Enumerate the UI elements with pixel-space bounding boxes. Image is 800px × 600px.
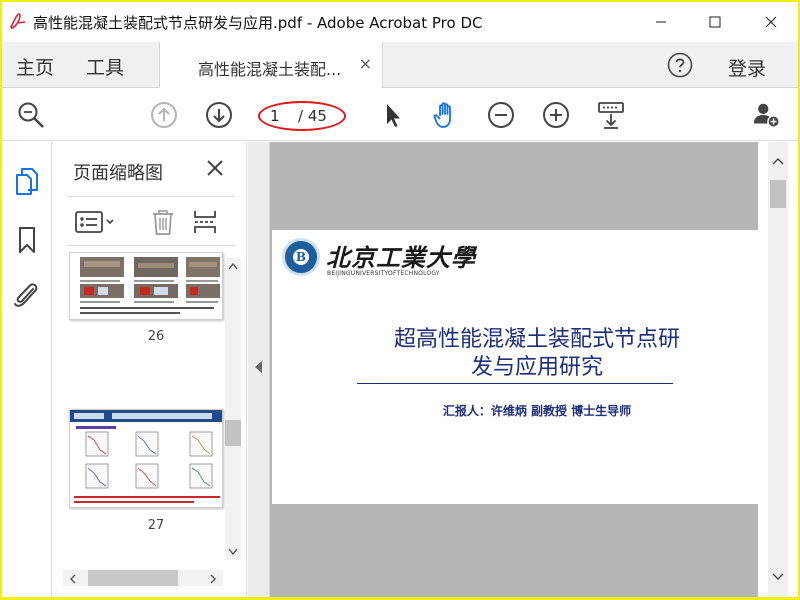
insert-page-icon[interactable] xyxy=(191,207,219,237)
display-options-icon[interactable] xyxy=(596,100,626,130)
zoom-search-icon[interactable] xyxy=(16,100,46,130)
scrollbar-thumb[interactable] xyxy=(225,420,241,446)
scroll-down-icon[interactable] xyxy=(228,548,238,556)
close-icon[interactable] xyxy=(748,2,794,42)
document-title: 超高性能混凝土装配式节点研 发与应用研究 xyxy=(342,326,732,382)
pointer-icon[interactable] xyxy=(377,100,407,130)
document-scrollbar[interactable] xyxy=(758,142,798,597)
thumbnail-scrollbar[interactable] xyxy=(225,258,241,560)
university-name-en: BEIJINGUNIVERSITYOFTECHNOLOGY xyxy=(327,270,440,277)
add-user-icon[interactable] xyxy=(752,100,782,130)
panel-close-icon[interactable] xyxy=(203,156,227,180)
thumbnail-page-number: 26 xyxy=(147,329,165,344)
reporter-line: 汇报人：许维炳 副教授 博士生导师 xyxy=(442,404,632,418)
university-logo: B xyxy=(282,238,320,276)
scroll-down-icon[interactable] xyxy=(771,572,785,582)
tab-row: 主页 工具 高性能混凝土装配... × 登录 xyxy=(2,42,798,88)
panel-collapse-handle[interactable] xyxy=(248,142,270,597)
minimize-icon[interactable] xyxy=(638,2,684,42)
menu-home[interactable]: 主页 xyxy=(16,53,54,80)
page-total: / 45 xyxy=(298,107,327,125)
title-underline xyxy=(357,383,673,384)
hscrollbar-thumb[interactable] xyxy=(88,570,178,586)
page-thumbnails-icon[interactable] xyxy=(13,166,41,196)
scroll-up-icon[interactable] xyxy=(228,262,238,270)
page-up-icon[interactable] xyxy=(149,100,179,130)
current-page-input[interactable]: 1 xyxy=(270,107,280,125)
panel-toolbar xyxy=(67,196,235,246)
bookmark-icon[interactable] xyxy=(13,225,41,255)
scroll-left-icon[interactable] xyxy=(69,574,77,584)
zoom-out-icon[interactable] xyxy=(486,100,516,130)
acrobat-window: 高性能混凝土装配式节点研发与应用.pdf - Adobe Acrobat Pro… xyxy=(2,2,798,597)
attachment-icon[interactable] xyxy=(13,280,41,310)
title-bar: 高性能混凝土装配式节点研发与应用.pdf - Adobe Acrobat Pro… xyxy=(2,2,798,42)
maximize-icon[interactable] xyxy=(692,2,738,42)
logo-mark: B xyxy=(293,249,309,265)
zoom-in-icon[interactable] xyxy=(541,100,571,130)
options-menu-icon[interactable] xyxy=(73,207,121,237)
navigation-rail xyxy=(2,142,52,597)
pdf-page: B 北京工業大學 BEIJINGUNIVERSITYOFTECHNOLOGY 超… xyxy=(272,230,758,504)
document-tab[interactable]: 高性能混凝土装配... × xyxy=(159,42,383,88)
thumbnail-page-number: 27 xyxy=(147,518,165,533)
collapse-left-icon[interactable] xyxy=(255,361,263,373)
panel-title: 页面缩略图 xyxy=(73,163,163,184)
thumbnail-image xyxy=(70,410,222,507)
login-button[interactable]: 登录 xyxy=(728,54,766,81)
document-title-line1: 超高性能混凝土装配式节点研 xyxy=(393,327,680,352)
page-number-field[interactable]: 1 / 45 xyxy=(258,101,346,131)
window-title: 高性能混凝土装配式节点研发与应用.pdf - Adobe Acrobat Pro… xyxy=(33,14,483,32)
thumbnail-image xyxy=(70,253,222,319)
scrollbar-track[interactable] xyxy=(768,142,788,597)
acrobat-icon xyxy=(8,10,30,32)
document-tab-label: 高性能混凝土装配... xyxy=(198,60,342,79)
help-icon[interactable] xyxy=(667,52,693,78)
document-view[interactable]: B 北京工業大學 BEIJINGUNIVERSITYOFTECHNOLOGY 超… xyxy=(248,142,798,597)
university-name-cn: 北京工業大學 xyxy=(326,243,476,272)
thumbnail-list[interactable]: 26 27 xyxy=(53,252,247,597)
delete-icon[interactable] xyxy=(149,207,177,237)
thumbnail-page-26[interactable] xyxy=(69,252,223,320)
tab-close-icon[interactable]: × xyxy=(359,54,372,73)
thumbnails-panel: 页面缩略图 26 27 xyxy=(53,142,247,597)
thumbnail-page-27[interactable] xyxy=(69,409,223,508)
hand-icon[interactable] xyxy=(431,100,461,130)
page-down-icon[interactable] xyxy=(204,100,234,130)
scroll-up-icon[interactable] xyxy=(771,156,785,166)
toolbar: 1 / 45 xyxy=(2,89,798,141)
menu-tools[interactable]: 工具 xyxy=(86,53,124,80)
scrollbar-thumb[interactable] xyxy=(770,180,786,208)
scroll-right-icon[interactable] xyxy=(209,574,217,584)
document-title-line2: 发与应用研究 xyxy=(470,355,603,380)
thumbnail-hscrollbar[interactable] xyxy=(63,570,223,586)
